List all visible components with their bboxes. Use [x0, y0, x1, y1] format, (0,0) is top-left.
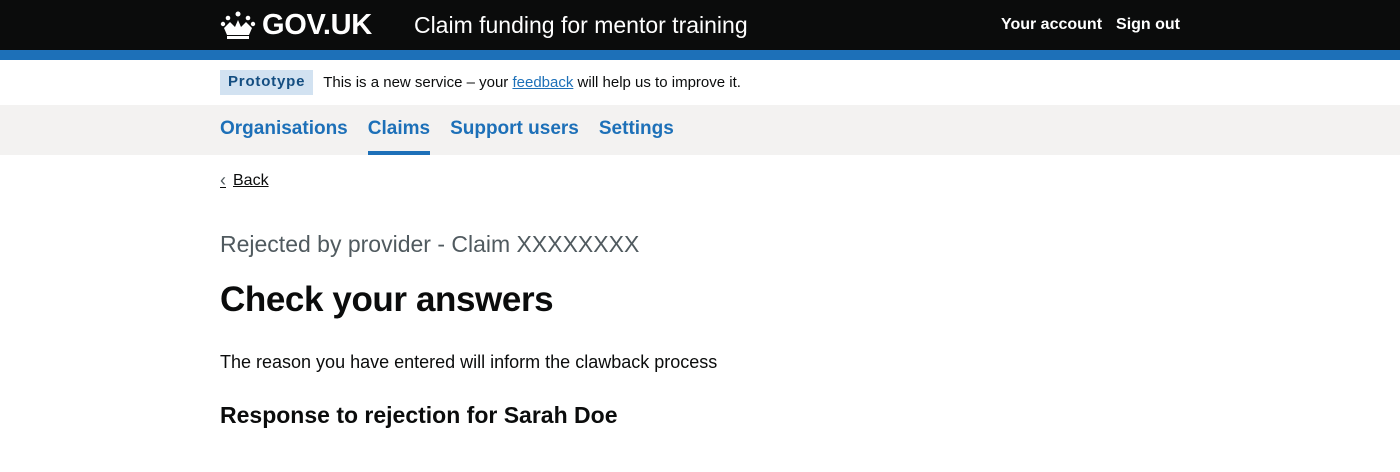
page-title: Check your answers — [220, 280, 554, 319]
section-heading: Response to rejection for Sarah Doe — [220, 402, 618, 428]
chevron-left-icon: ‹ — [220, 170, 226, 190]
phase-banner-content: Prototype This is a new service – your f… — [220, 70, 741, 95]
nav-item-claims[interactable]: Claims — [367, 105, 431, 155]
header-blue-bar — [0, 50, 1400, 60]
nav-item-organisations[interactable]: Organisations — [220, 105, 348, 155]
header-links: Your account Sign out — [1001, 16, 1180, 34]
main-content: ‹ Back Rejected by provider - Claim XXXX… — [220, 155, 1180, 429]
nav-item-settings[interactable]: Settings — [599, 105, 674, 155]
logo-text: GOV.UK — [262, 8, 372, 41]
phase-text-after: will help us to improve it. — [573, 74, 741, 91]
header-container: GOV.UK Claim funding for mentor training… — [220, 0, 1180, 50]
body-text: The reason you have entered will inform … — [220, 352, 718, 372]
feedback-link[interactable]: feedback — [512, 74, 573, 91]
phase-text: This is a new service – your feedback wi… — [323, 74, 741, 91]
nav-list: Organisations Claims Support users Setti… — [220, 105, 674, 155]
sign-out-link[interactable]: Sign out — [1116, 16, 1180, 34]
service-name[interactable]: Claim funding for mentor training — [414, 12, 748, 39]
your-account-link[interactable]: Your account — [1001, 16, 1102, 34]
phase-tag: Prototype — [220, 70, 314, 95]
site-header: GOV.UK Claim funding for mentor training… — [0, 0, 1400, 50]
page-caption: Rejected by provider - Claim XXXXXXXX — [220, 231, 640, 257]
primary-navigation: Organisations Claims Support users Setti… — [0, 105, 1400, 155]
crown-icon — [220, 11, 256, 39]
back-label: Back — [233, 171, 269, 189]
nav-item-support-users[interactable]: Support users — [450, 105, 579, 155]
govuk-logo-link[interactable]: GOV.UK — [220, 9, 372, 42]
phase-banner: Prototype This is a new service – your f… — [0, 60, 1400, 105]
phase-text-before: This is a new service – your — [323, 74, 513, 91]
back-link[interactable]: ‹ Back — [220, 170, 269, 191]
